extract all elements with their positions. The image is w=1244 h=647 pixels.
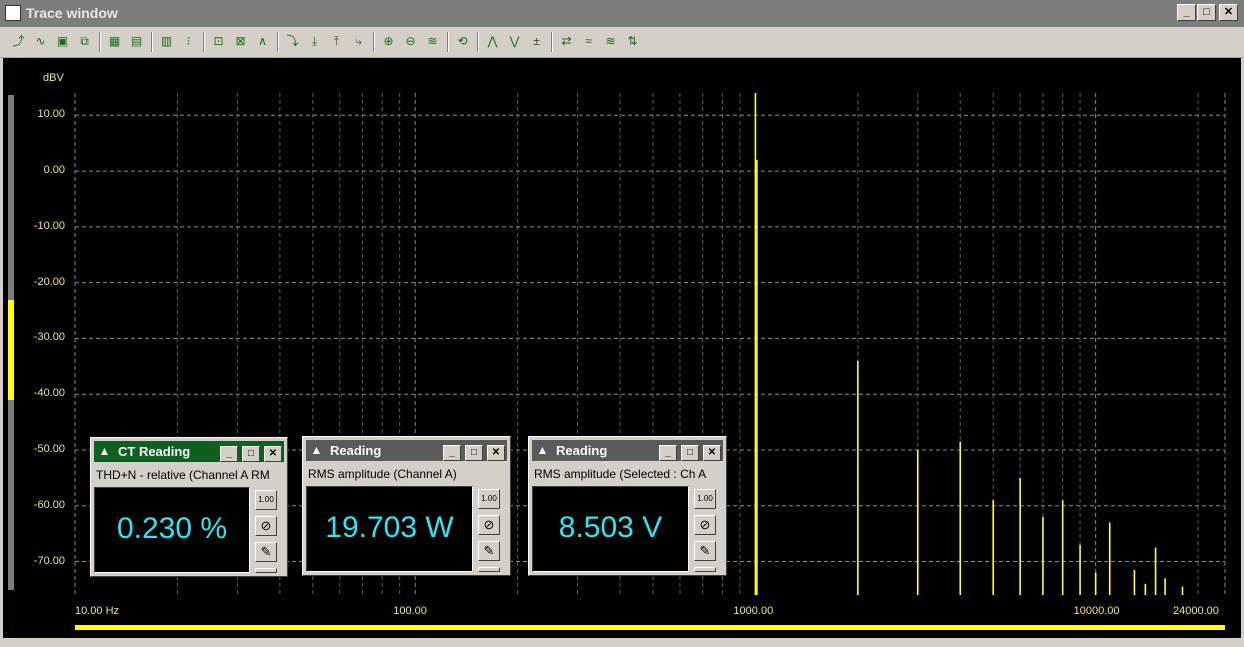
y-tick-label: 10.00 — [37, 108, 65, 121]
meter-icon[interactable]: ⊘ — [255, 516, 277, 536]
y-tick-label: 0.00 — [43, 164, 65, 177]
y-tick-label: -40.00 — [33, 387, 65, 400]
reading-minimize-button[interactable]: _ — [220, 446, 238, 462]
x-tick-label: 1000.00 — [733, 605, 774, 617]
reading-title: Reading — [330, 443, 382, 458]
reading-title: Reading — [556, 443, 608, 458]
reading-title: CT Reading — [118, 444, 191, 459]
x-tick-label: 100.00 — [393, 605, 427, 617]
reading-title-bar[interactable]: ▲ Reading _ □ ✕ — [306, 440, 507, 461]
reading-minimize-button[interactable]: _ — [443, 445, 461, 461]
y-tick-label: -10.00 — [33, 219, 65, 232]
reading-display: 0.230 % — [94, 487, 250, 573]
reading-window[interactable]: ▲ Reading _ □ ✕ RMS amplitude (Selected … — [528, 436, 727, 576]
scale-button[interactable]: 1.00 — [694, 489, 716, 509]
more-button[interactable] — [255, 568, 277, 573]
reading-close-button[interactable]: ✕ — [703, 445, 721, 461]
edit-icon[interactable]: ✎ — [694, 541, 716, 561]
reading-minimize-button[interactable]: _ — [659, 445, 677, 461]
y-tick-label: -70.00 — [33, 554, 65, 567]
x-tick-label: 24000.00 — [1173, 605, 1219, 617]
meter-icon[interactable]: ⊘ — [694, 515, 716, 535]
reading-caption: RMS amplitude (Channel A) — [308, 467, 457, 481]
reading-value: 0.230 % — [116, 512, 228, 545]
meter-icon[interactable]: ⊘ — [478, 515, 500, 535]
x-tick-label: 10.00 Hz — [75, 605, 120, 617]
reading-caption: RMS amplitude (Selected : Ch A — [534, 467, 707, 481]
reading-window[interactable]: ▲ Reading _ □ ✕ RMS amplitude (Channel A… — [302, 436, 511, 576]
x-tick-label: 10000.00 — [1073, 605, 1120, 617]
y-tick-label: -50.00 — [33, 442, 65, 455]
reading-app-icon: ▲ — [98, 444, 111, 458]
reading-display: 19.703 W — [306, 486, 473, 572]
y-tick-label: -20.00 — [33, 275, 65, 288]
more-button[interactable] — [694, 567, 716, 572]
edit-icon[interactable]: ✎ — [255, 542, 277, 562]
y-tick-label: -30.00 — [33, 331, 65, 344]
reading-title-bar[interactable]: ▲ CT Reading _ □ ✕ — [94, 441, 284, 462]
scale-button[interactable]: 1.00 — [478, 489, 500, 509]
y-tick-label: -60.00 — [33, 498, 65, 511]
reading-title-bar[interactable]: ▲ Reading _ □ ✕ — [532, 440, 723, 461]
reading-close-button[interactable]: ✕ — [264, 446, 282, 462]
reading-display: 8.503 V — [532, 486, 689, 572]
reading-value: 8.503 V — [558, 511, 663, 544]
reading-maximize-button[interactable]: □ — [242, 446, 260, 462]
reading-caption: THD+N - relative (Channel A RM — [96, 468, 270, 482]
reading-close-button[interactable]: ✕ — [487, 445, 505, 461]
reading-value: 19.703 W — [325, 511, 454, 544]
reading-maximize-button[interactable]: □ — [465, 445, 483, 461]
scale-button[interactable]: 1.00 — [255, 490, 277, 510]
reading-app-icon: ▲ — [536, 443, 549, 457]
more-button[interactable] — [478, 567, 500, 572]
reading-maximize-button[interactable]: □ — [681, 445, 699, 461]
horizontal-scrollbar[interactable] — [75, 625, 1225, 630]
reading-window[interactable]: ▲ CT Reading _ □ ✕ THD+N - relative (Cha… — [90, 437, 288, 577]
edit-icon[interactable]: ✎ — [478, 541, 500, 561]
reading-app-icon: ▲ — [310, 443, 323, 457]
